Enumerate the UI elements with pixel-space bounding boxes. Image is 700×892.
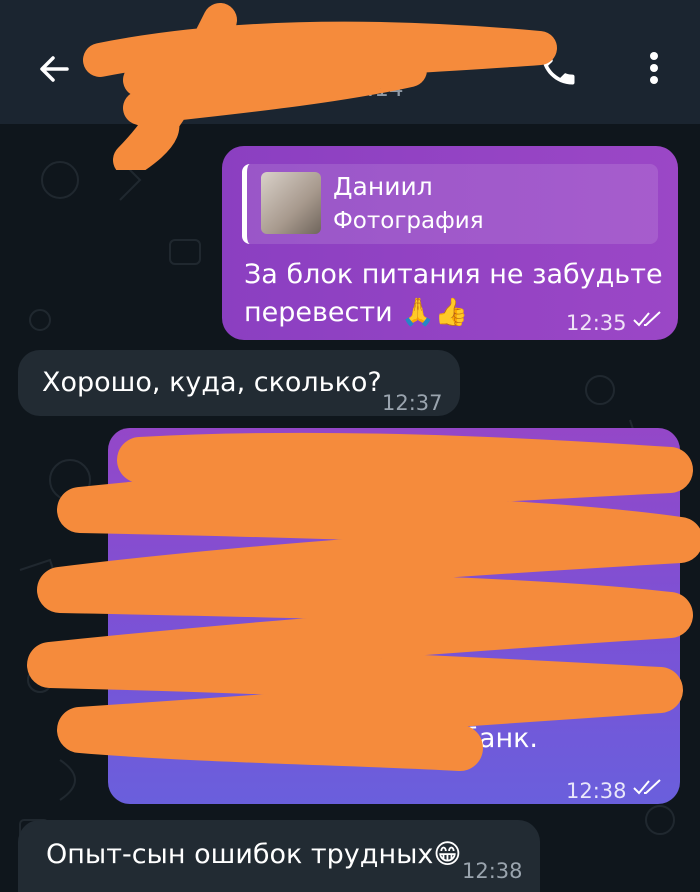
incoming-message[interactable]: Опыт-сын ошибок трудных😁 12:38 — [18, 820, 540, 892]
message-time: 12:38 — [462, 859, 523, 883]
chat-header: был(а) в 14:14 — [0, 0, 700, 124]
double-check-icon — [633, 779, 661, 795]
reply-type: Фотография — [333, 208, 484, 234]
reply-photo-thumbnail — [261, 172, 321, 234]
outgoing-message[interactable]: сбербанк. 12:38 — [108, 428, 680, 804]
message-text-line: За блок питания не забудьте — [244, 259, 663, 290]
message-time: 12:35 — [566, 311, 627, 335]
reply-author: Даниил — [333, 172, 433, 201]
phone-icon — [541, 51, 575, 85]
chat-screen: был(а) в 14:14 Даниил Фотография За блок… — [0, 0, 700, 892]
outgoing-message[interactable]: Даниил Фотография За блок питания не заб… — [222, 146, 678, 340]
call-button[interactable] — [536, 46, 580, 90]
message-time: 12:38 — [566, 779, 627, 803]
message-time: 12:37 — [382, 391, 443, 415]
incoming-message[interactable]: Хорошо, куда, сколько? 12:37 — [18, 350, 460, 416]
message-text: Хорошо, куда, сколько? — [42, 367, 382, 398]
more-options-button[interactable] — [634, 46, 674, 90]
more-vertical-icon — [650, 52, 658, 84]
message-text: сбербанк. — [397, 723, 538, 754]
last-seen-status: был(а) в 14:14 — [230, 76, 404, 102]
message-text: Опыт-сын ошибок трудных😁 — [46, 839, 462, 870]
back-button[interactable] — [30, 45, 78, 93]
reply-preview[interactable]: Даниил Фотография — [242, 164, 658, 244]
arrow-left-icon — [40, 56, 69, 82]
double-check-icon — [633, 311, 661, 327]
